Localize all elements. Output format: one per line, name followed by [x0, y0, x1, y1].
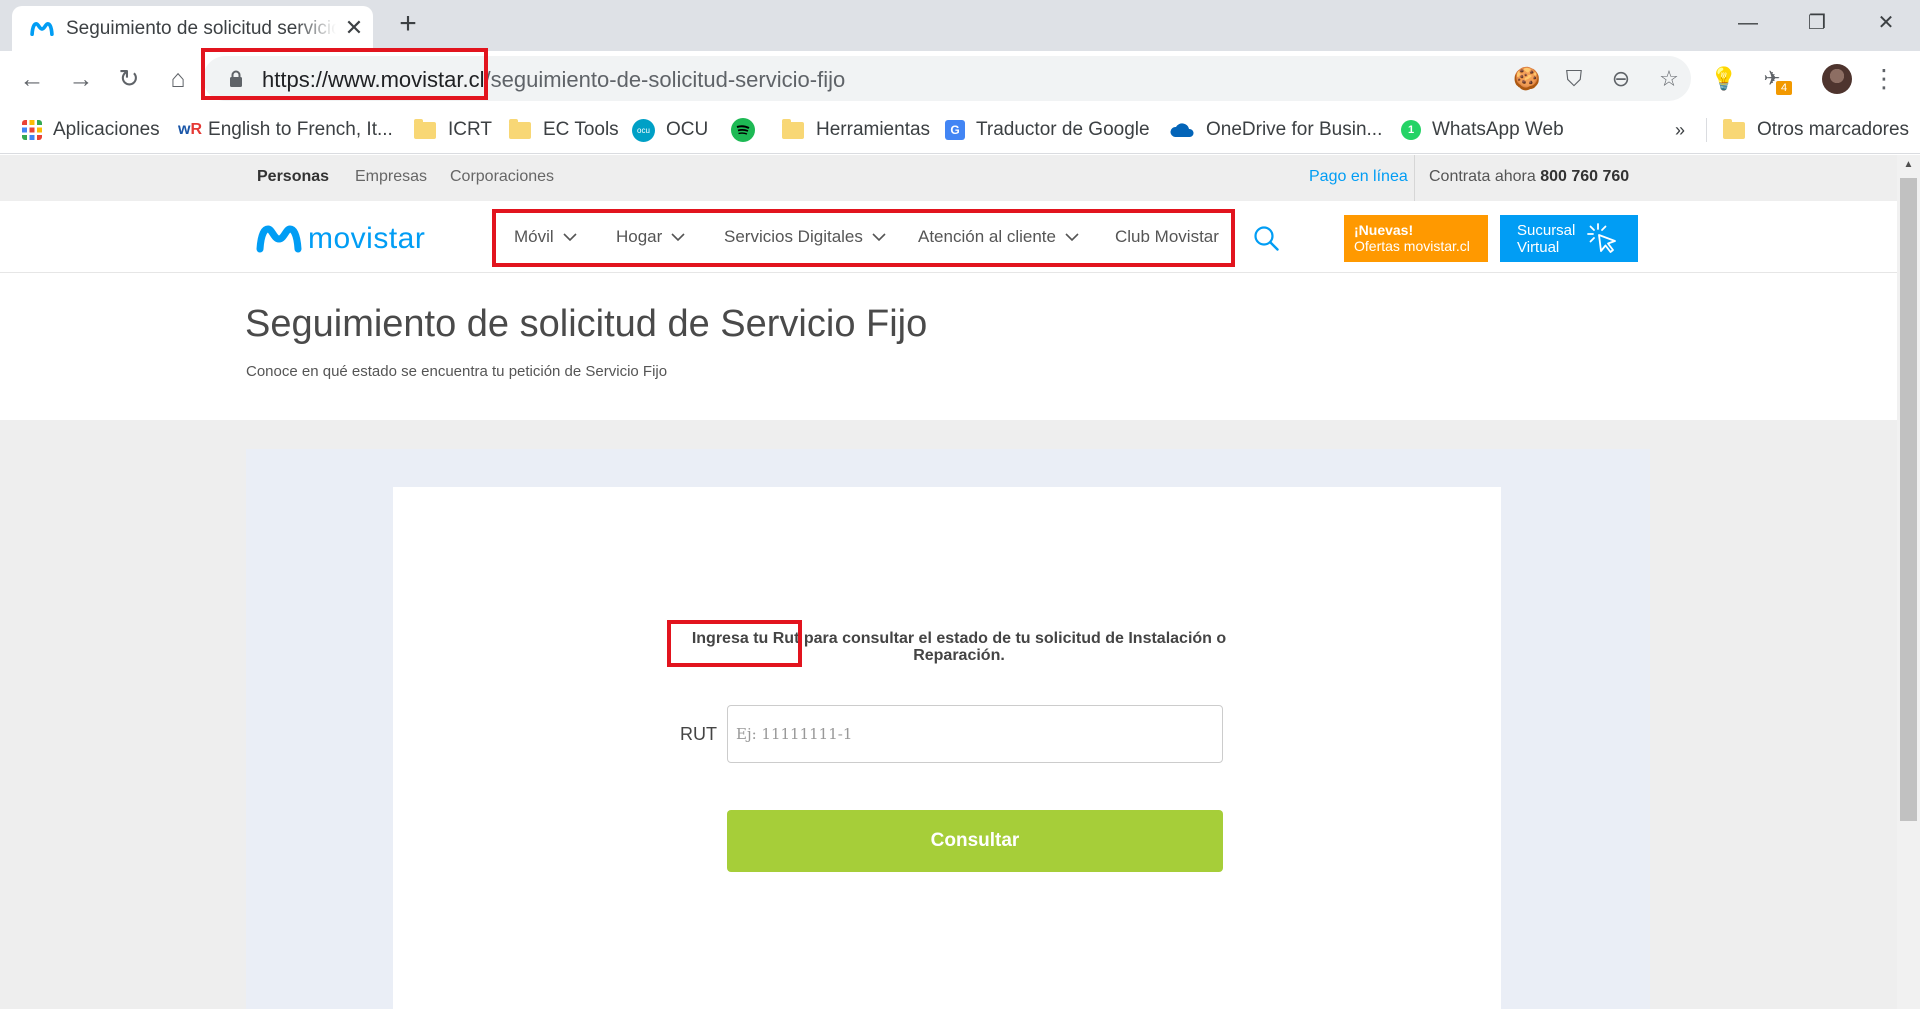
- shield-blocked-icon[interactable]: ⛉: [1561, 66, 1587, 92]
- segment-bar: Personas Empresas Corporaciones Pago en …: [0, 155, 1897, 201]
- bookmark-ec-tools[interactable]: EC Tools: [509, 115, 619, 145]
- cursor-click-icon: [1587, 223, 1616, 253]
- lightbulb-extension-icon[interactable]: 💡: [1708, 63, 1740, 95]
- ocu-icon: ocu: [632, 118, 655, 142]
- bookmarks-overflow-button[interactable]: »: [1675, 115, 1685, 145]
- segment-corporaciones[interactable]: Corporaciones: [450, 168, 554, 186]
- folder-icon: [1723, 118, 1745, 139]
- home-icon[interactable]: ⌂: [162, 63, 194, 95]
- segment-personas[interactable]: Personas: [257, 168, 329, 186]
- back-arrow-icon[interactable]: ←: [16, 63, 48, 95]
- rut-input[interactable]: [727, 705, 1223, 763]
- bookmark-onedrive[interactable]: OneDrive for Busin...: [1169, 115, 1382, 145]
- new-tab-button[interactable]: +: [393, 9, 423, 40]
- bookmarks-divider: [1706, 118, 1707, 142]
- bookmark-apps[interactable]: Aplicaciones: [22, 115, 160, 145]
- bookmark-whatsapp[interactable]: 1 WhatsApp Web: [1401, 115, 1564, 145]
- folder-icon: [414, 118, 436, 139]
- segment-divider: [1414, 155, 1415, 201]
- page-scrollbar[interactable]: ▲: [1897, 155, 1920, 1009]
- contrata-phone[interactable]: Contrata ahora 800 760 760: [1429, 168, 1629, 186]
- form-card: Ingresa tu Rut para consultar el estado …: [393, 487, 1501, 1009]
- bookmark-herramientas[interactable]: Herramientas: [782, 115, 930, 145]
- url-path: /seguimiento-de-solicitud-servicio-fijo: [484, 67, 846, 92]
- reload-icon[interactable]: ↻: [113, 63, 145, 95]
- bookmark-wordreference[interactable]: wR English to French, It...: [178, 115, 393, 145]
- form-panel: Ingresa tu Rut para consultar el estado …: [246, 449, 1650, 1009]
- bookmark-spotify[interactable]: [731, 115, 766, 145]
- page-subtitle: Conoce en qué estado se encuentra tu pet…: [246, 363, 668, 380]
- annotation-box-menu: [492, 209, 1235, 267]
- forward-arrow-icon[interactable]: →: [65, 63, 97, 95]
- annotation-box-rut: [667, 620, 802, 667]
- whatsapp-icon: 1: [1401, 120, 1421, 140]
- bookmarks-bar: Aplicaciones wR English to French, It...…: [0, 106, 1920, 154]
- pago-en-linea-link[interactable]: Pago en línea: [1309, 168, 1408, 186]
- close-window-icon[interactable]: ✕: [1866, 8, 1906, 38]
- bookmark-icrt[interactable]: ICRT: [414, 115, 492, 145]
- bookmark-google-translate[interactable]: G Traductor de Google: [945, 115, 1150, 145]
- ofertas-button[interactable]: ¡Nuevas! Ofertas movistar.cl: [1344, 215, 1488, 262]
- spotify-icon: [731, 118, 755, 142]
- wordreference-icon: wR: [178, 121, 203, 138]
- content-background: Ingresa tu Rut para consultar el estado …: [0, 420, 1897, 1009]
- rut-label: RUT: [680, 724, 717, 744]
- movistar-m-icon: [256, 225, 302, 253]
- tab-close-icon[interactable]: ✕: [342, 16, 366, 40]
- google-translate-icon: G: [945, 120, 965, 140]
- folder-icon: [782, 118, 804, 139]
- movistar-logo[interactable]: movistar: [256, 219, 450, 259]
- restore-icon[interactable]: ❐: [1797, 8, 1837, 38]
- browser-tab-strip: Seguimiento de solicitud servicio fijo ✕…: [0, 0, 1920, 51]
- bookmark-ocu[interactable]: ocu OCU: [632, 115, 708, 145]
- apps-grid-icon: [22, 120, 42, 140]
- profile-avatar[interactable]: [1822, 64, 1852, 94]
- logo-text: movistar: [308, 222, 426, 255]
- scroll-up-arrow-icon[interactable]: ▲: [1897, 155, 1920, 175]
- consultar-button[interactable]: Consultar: [727, 810, 1223, 872]
- segment-empresas[interactable]: Empresas: [355, 168, 427, 186]
- search-icon[interactable]: [1253, 225, 1279, 251]
- menu-kebab-icon[interactable]: ⋮: [1868, 63, 1900, 95]
- movistar-favicon-icon: [30, 21, 54, 37]
- sucursal-virtual-button[interactable]: Sucursal Virtual: [1500, 215, 1638, 262]
- zoom-out-icon[interactable]: ⊖: [1608, 66, 1634, 92]
- page-title: Seguimiento de solicitud de Servicio Fij…: [245, 303, 928, 345]
- annotation-box-url: [201, 48, 488, 100]
- page-viewport: Personas Empresas Corporaciones Pago en …: [0, 155, 1920, 1009]
- scrollbar-thumb[interactable]: [1900, 178, 1917, 821]
- bookmark-other[interactable]: Otros marcadores: [1723, 115, 1909, 145]
- tab-title: Seguimiento de solicitud servicio fijo: [66, 18, 336, 39]
- bookmark-star-icon[interactable]: ☆: [1656, 66, 1682, 92]
- extension-badge: 4: [1776, 81, 1792, 95]
- page-header: Seguimiento de solicitud de Servicio Fij…: [0, 273, 1897, 420]
- folder-icon: [509, 118, 531, 139]
- onedrive-icon: [1170, 123, 1194, 137]
- blocked-cookie-icon[interactable]: 🍪: [1513, 66, 1540, 92]
- minimize-icon[interactable]: —: [1728, 8, 1768, 38]
- browser-tab[interactable]: Seguimiento de solicitud servicio fijo ✕: [12, 6, 373, 51]
